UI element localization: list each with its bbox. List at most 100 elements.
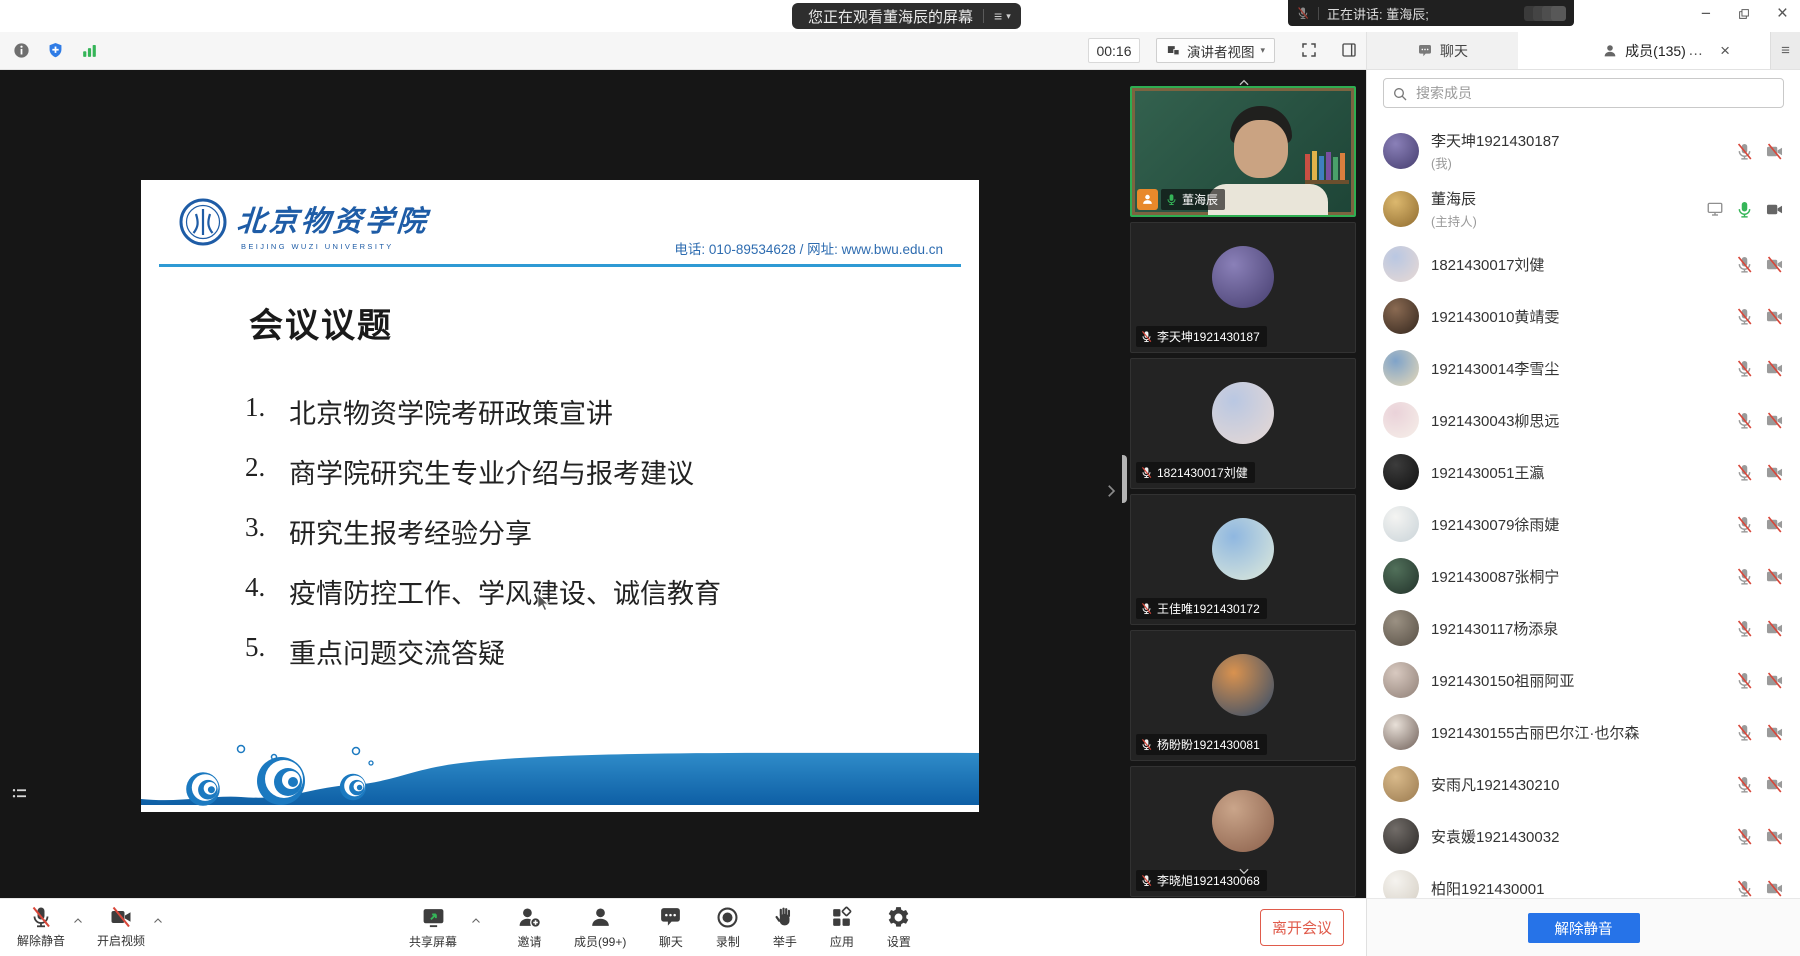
leave-meeting-button[interactable]: 离开会议: [1260, 909, 1344, 946]
member-mic-icon: [1735, 463, 1754, 482]
video-filmstrip: 董海辰: [1122, 70, 1366, 898]
member-row[interactable]: 1921430014李雪尘: [1367, 342, 1800, 394]
member-role: (我): [1431, 153, 1723, 172]
member-name: 董海辰: [1431, 188, 1694, 209]
invite-button[interactable]: 邀请: [512, 905, 547, 950]
unmute-mic-button[interactable]: 解除静音: [12, 905, 70, 949]
member-avatar: [1383, 246, 1419, 282]
meeting-app-window: 您正在观看董海辰的屏幕 ≡ ▾ 正在讲话: 董海辰; − × 00:16: [0, 0, 1800, 956]
tile-mic-icon: [1165, 193, 1178, 206]
members-icon: [588, 905, 613, 930]
strip-scroll-up-icon[interactable]: [1235, 76, 1253, 90]
agenda-item-number: 4.: [245, 572, 289, 611]
member-name: 1921430087张桐宁: [1431, 566, 1723, 587]
fullscreen-icon[interactable]: [1300, 41, 1318, 59]
restore-button[interactable]: [1737, 7, 1751, 21]
member-status-icons: [1735, 142, 1784, 161]
video-tile[interactable]: 王佳唯1921430172: [1130, 494, 1356, 625]
member-row[interactable]: 1921430043柳思远: [1367, 394, 1800, 446]
video-tile[interactable]: 杨盼盼1921430081: [1130, 630, 1356, 761]
member-row[interactable]: 柏阳1921430001: [1367, 862, 1800, 898]
info-icon[interactable]: [12, 41, 31, 60]
member-status-icons: [1706, 200, 1784, 219]
member-status-icons: [1735, 411, 1784, 430]
member-name: 1921430150祖丽阿亚: [1431, 670, 1723, 691]
participant-avatar: [1212, 246, 1274, 308]
member-row[interactable]: 安雨凡1921430210: [1367, 758, 1800, 810]
member-row[interactable]: 1921430087张桐宁: [1367, 550, 1800, 602]
member-row[interactable]: 1921430051王瀛: [1367, 446, 1800, 498]
video-tile[interactable]: 董海辰: [1130, 86, 1356, 217]
member-camera-icon: [1765, 723, 1784, 742]
panel-actions: … ×: [1688, 32, 1730, 69]
unmute-button[interactable]: 解除静音: [1528, 913, 1640, 943]
member-status-icons: [1735, 255, 1784, 274]
wave-decoration: [141, 739, 979, 809]
member-row[interactable]: 1921430010黄靖雯: [1367, 290, 1800, 342]
security-shield-icon[interactable]: [46, 41, 65, 60]
member-camera-icon: [1765, 200, 1784, 219]
chat-button[interactable]: 聊天: [653, 905, 688, 950]
settings-button[interactable]: 设置: [881, 905, 916, 950]
tile-participant-name: 董海辰: [1182, 191, 1218, 208]
video-tile[interactable]: 李天坤1921430187: [1130, 222, 1356, 353]
member-row[interactable]: 1921430117杨添泉: [1367, 602, 1800, 654]
mic-options-chevron-icon[interactable]: [72, 915, 84, 927]
members-panel-footer: 解除静音: [1367, 898, 1800, 956]
participant-avatar: [1212, 518, 1274, 580]
share-options-chevron-icon[interactable]: [470, 915, 482, 927]
member-row[interactable]: 1921430150祖丽阿亚: [1367, 654, 1800, 706]
member-status-icons: [1735, 775, 1784, 794]
close-window-button[interactable]: ×: [1777, 4, 1788, 24]
member-avatar: [1383, 133, 1419, 169]
university-name: 北京物资学院: [236, 198, 431, 240]
member-row[interactable]: 1921430155古丽巴尔江·也尔森: [1367, 706, 1800, 758]
tile-badges: 杨盼盼1921430081: [1136, 734, 1267, 755]
filmstrip-collapse-handle[interactable]: [1122, 455, 1127, 503]
raise-hand-button[interactable]: 举手: [767, 905, 802, 950]
speaker-avatar-stack: [1530, 6, 1566, 21]
member-avatar: [1383, 714, 1419, 750]
view-mode-caret-icon: ▾: [1261, 45, 1266, 56]
view-mode-dropdown[interactable]: 演讲者视图 ▾: [1156, 38, 1275, 63]
panel-menu-icon[interactable]: ≡: [1770, 32, 1800, 69]
member-status-icons: [1735, 619, 1784, 638]
agenda-item: 2. 商学院研究生专业介绍与报考建议: [245, 452, 721, 491]
more-options-icon[interactable]: …: [1688, 42, 1704, 59]
search-input[interactable]: [1384, 79, 1783, 107]
tile-name-badge: 杨盼盼1921430081: [1136, 734, 1267, 755]
strip-scroll-down-icon[interactable]: [1235, 864, 1253, 878]
tab-chat[interactable]: 聊天: [1366, 32, 1518, 69]
slide-list-toggle-icon[interactable]: [10, 785, 30, 803]
members-button[interactable]: 成员(99+): [569, 905, 631, 950]
share-screen-button[interactable]: 共享屏幕: [404, 905, 462, 950]
apps-button[interactable]: 应用: [824, 905, 859, 950]
agenda-item: 5. 重点问题交流答疑: [245, 632, 721, 671]
side-panel-icon[interactable]: [1340, 41, 1358, 59]
member-status-icons: [1735, 723, 1784, 742]
member-status-icons: [1735, 879, 1784, 898]
collapse-strip-chevron-icon[interactable]: [1102, 482, 1120, 500]
member-mic-icon: [1735, 411, 1754, 430]
member-avatar: [1383, 610, 1419, 646]
main-area: 北京物资学院 BEIJING WUZI UNIVERSITY 电话: 010-8…: [0, 70, 1800, 956]
member-mic-icon: [1735, 359, 1754, 378]
tab-members[interactable]: 成员(135) … ×: [1518, 32, 1770, 69]
video-options-chevron-icon[interactable]: [152, 915, 164, 927]
video-tile[interactable]: 1821430017刘健: [1130, 358, 1356, 489]
close-panel-icon[interactable]: ×: [1720, 41, 1730, 61]
record-button[interactable]: 录制: [710, 905, 745, 950]
agenda-item-number: 5.: [245, 632, 289, 671]
start-video-button[interactable]: 开启视频: [92, 905, 150, 949]
network-signal-icon[interactable]: [80, 41, 99, 60]
member-row[interactable]: 董海辰 (主持人): [1367, 180, 1800, 238]
muted-mic-icon: [1296, 6, 1310, 20]
banner-menu-icon[interactable]: ≡: [994, 8, 1002, 24]
member-row[interactable]: 1921430079徐雨婕: [1367, 498, 1800, 550]
video-tiles: 董海辰: [1130, 86, 1356, 898]
minimize-button[interactable]: −: [1701, 4, 1711, 24]
member-row[interactable]: 安袁媛1921430032: [1367, 810, 1800, 862]
member-row[interactable]: 1821430017刘健: [1367, 238, 1800, 290]
watching-screen-text: 您正在观看董海辰的屏幕: [808, 6, 973, 27]
member-row[interactable]: 李天坤1921430187 (我): [1367, 122, 1800, 180]
